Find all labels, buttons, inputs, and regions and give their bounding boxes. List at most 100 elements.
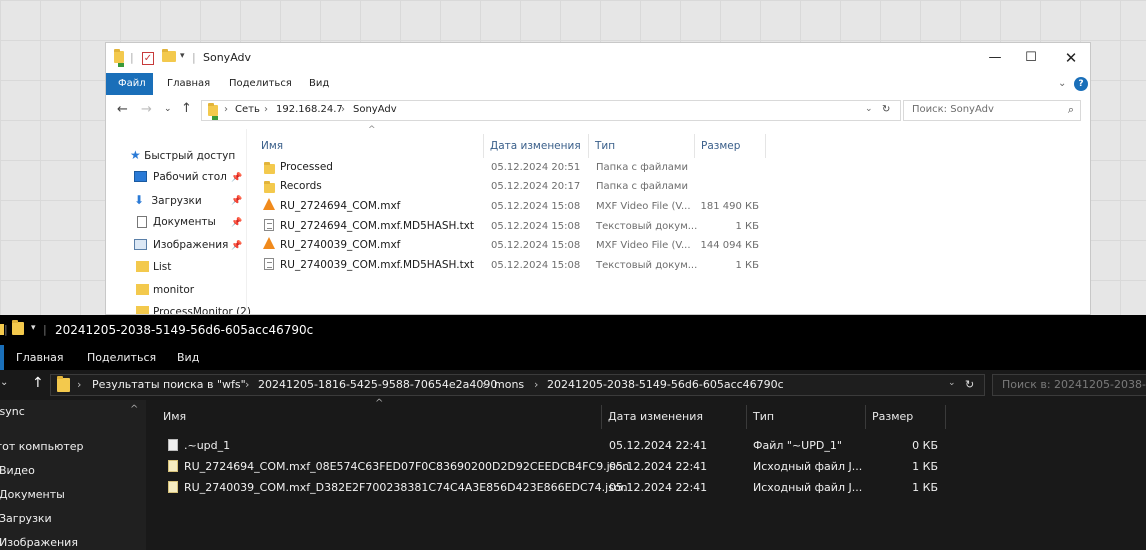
refresh-icon[interactable]: ↻ (965, 378, 974, 391)
file-row[interactable]: RU_2724694_COM.mxf_08E574C63FED07F0C8369… (146, 456, 1146, 477)
column-header-date[interactable]: Дата изменения (602, 405, 747, 429)
column-header-size[interactable]: Размер (866, 405, 946, 429)
nav-downloads[interactable]: Загрузки (0, 507, 52, 531)
window-title: 20241205-2038-5149-56d6-605acc46790c (55, 323, 314, 337)
new-folder-icon[interactable] (162, 49, 176, 65)
file-row[interactable]: RU_2724694_COM.mxf 05.12.2024 15:08 MXF … (106, 197, 1090, 216)
quick-access-dropdown-icon[interactable]: ▾ (31, 323, 36, 333)
file-date: 05.12.2024 22:41 (609, 439, 708, 452)
crumb-separator: › (341, 104, 345, 115)
column-header-name[interactable]: Имя (157, 405, 602, 429)
file-name: Processed (280, 161, 333, 173)
file-icon (168, 435, 178, 456)
quick-access-dropdown-icon[interactable]: ▾ (180, 51, 185, 65)
breadcrumb-folder[interactable]: SonyAdv (353, 104, 397, 115)
search-input[interactable]: Поиск в: 20241205-2038-51 (1002, 378, 1146, 391)
file-row[interactable]: RU_2740039_COM.mxf.MD5HASH.txt 05.12.202… (106, 256, 1090, 275)
file-row[interactable]: .~upd_1 05.12.2024 22:41 Файл "~UPD_1" 0… (146, 435, 1146, 456)
nav-documents[interactable]: Документы (0, 483, 65, 507)
nav-folder-monitor[interactable]: monitor (134, 280, 194, 300)
file-date: 05.12.2024 22:41 (609, 460, 708, 473)
up-arrow-icon[interactable]: ↑ (181, 101, 192, 116)
tab-home[interactable]: Главная (167, 73, 210, 95)
search-box[interactable]: Поиск в: 20241205-2038-51 (992, 374, 1146, 396)
folder-icon (136, 284, 149, 295)
nav-sync[interactable]: .sync (0, 400, 25, 424)
breadcrumb-host[interactable]: 192.168.24.7 (276, 104, 343, 115)
tab-view[interactable]: Вид (177, 345, 199, 370)
file-name: RU_2724694_COM.mxf.MD5HASH.txt (280, 220, 475, 232)
file-name: RU_2740039_COM.mxf (280, 239, 401, 251)
search-input[interactable]: Поиск: SonyAdv (912, 104, 994, 115)
nav-pictures[interactable]: Изображения (0, 531, 78, 550)
nav-folder-processmonitor[interactable]: ProcessMonitor (2) (134, 302, 251, 314)
file-type: MXF Video File (V... (596, 201, 691, 212)
column-header-size[interactable]: Размер (695, 134, 766, 158)
nav-label: Загрузки (0, 512, 52, 525)
file-name: RU_2724694_COM.mxf_08E574C63FED07F0C8369… (184, 460, 630, 473)
file-name: RU_2724694_COM.mxf (280, 200, 401, 212)
recent-locations-icon[interactable]: ⌄ (164, 104, 172, 114)
breadcrumb-folder-2[interactable]: mons (494, 378, 524, 391)
collapse-icon[interactable]: ^ (130, 404, 138, 415)
file-name: .~upd_1 (184, 439, 231, 452)
separator: | (4, 323, 8, 336)
vlc-icon (263, 197, 275, 216)
tab-view[interactable]: Вид (309, 73, 329, 95)
nav-videos[interactable]: Видео (0, 459, 35, 483)
tab-file[interactable]: Файл (106, 73, 153, 95)
file-row[interactable]: Processed 05.12.2024 20:51 Папка с файла… (106, 158, 1090, 177)
breadcrumb-folder-1[interactable]: 20241205-1816-5425-9588-70654e2a4090 (258, 378, 497, 391)
tab-file[interactable] (0, 345, 4, 370)
column-header-type[interactable]: Тип (747, 405, 866, 429)
address-dropdown-icon[interactable]: ⌄ (948, 378, 956, 388)
properties-icon[interactable]: ✓ (142, 51, 154, 65)
file-date: 05.12.2024 22:41 (609, 481, 708, 494)
recent-locations-icon[interactable]: ⌄ (0, 377, 8, 388)
file-type: MXF Video File (V... (596, 240, 691, 251)
file-row[interactable]: Records 05.12.2024 20:17 Папка с файлами (106, 177, 1090, 196)
close-button[interactable]: ✕ (1056, 47, 1086, 69)
tab-share[interactable]: Поделиться (87, 345, 156, 370)
breadcrumb-network[interactable]: Сеть (235, 104, 260, 115)
address-bar[interactable]: › Результаты поиска в "wfs" › 20241205-1… (50, 374, 985, 396)
breadcrumb-folder-3[interactable]: 20241205-2038-5149-56d6-605acc46790c (547, 378, 784, 391)
back-arrow-icon[interactable]: ← (117, 102, 128, 117)
explorer-window-search-results: | ▾ | 20241205-2038-5149-56d6-605acc4679… (0, 315, 1146, 550)
address-bar[interactable]: › Сеть › 192.168.24.7 › SonyAdv ⌄ ↻ (201, 100, 901, 121)
up-arrow-icon[interactable]: ↑ (32, 375, 44, 391)
nav-this-pc[interactable]: Этот компьютер (0, 435, 84, 459)
expand-ribbon-icon[interactable]: ⌄ (1058, 73, 1066, 95)
refresh-icon[interactable]: ↻ (882, 104, 890, 115)
search-icon[interactable]: ⌕ (1068, 103, 1074, 117)
forward-arrow-icon[interactable]: → (141, 102, 152, 117)
column-header-type[interactable]: Тип (589, 134, 695, 158)
folder-icon (136, 306, 149, 314)
search-box[interactable]: Поиск: SonyAdv ⌕ (903, 100, 1081, 121)
file-row[interactable]: RU_2740039_COM.mxf 05.12.2024 15:08 MXF … (106, 236, 1090, 255)
title-bar: | ✓ ▾ | SonyAdv — ☐ ✕ (106, 43, 1090, 73)
tab-share[interactable]: Поделиться (229, 73, 292, 95)
file-name: RU_2740039_COM.mxf_D382E2F700238381C74C4… (184, 481, 628, 494)
file-size: 181 490 КБ (700, 201, 760, 212)
new-folder-icon[interactable] (12, 320, 24, 338)
tab-home[interactable]: Главная (16, 345, 64, 370)
file-size: 1 КБ (735, 260, 759, 271)
address-toolbar: ⌄ ↑ › Результаты поиска в "wfs" › 202412… (0, 370, 1146, 400)
file-row[interactable]: RU_2740039_COM.mxf_D382E2F700238381C74C4… (146, 477, 1146, 498)
nav-label: Документы (0, 488, 65, 501)
ribbon-tabs: Главная Поделиться Вид (0, 345, 1146, 370)
breadcrumb-search-results[interactable]: Результаты поиска в "wfs" (92, 378, 246, 391)
maximize-button[interactable]: ☐ (1016, 47, 1046, 69)
column-header-date[interactable]: Дата изменения (484, 134, 589, 158)
column-header-name[interactable]: Имя (255, 134, 484, 158)
crumb-separator: › (245, 378, 250, 391)
minimize-button[interactable]: — (980, 47, 1010, 69)
file-row[interactable]: RU_2724694_COM.mxf.MD5HASH.txt 05.12.202… (106, 217, 1090, 236)
address-dropdown-icon[interactable]: ⌄ (865, 104, 873, 114)
file-size: 1 КБ (735, 221, 759, 232)
file-type: Папка с файлами (596, 181, 688, 192)
network-folder-icon (114, 49, 124, 67)
help-icon[interactable]: ? (1074, 77, 1088, 91)
crumb-separator: › (77, 378, 82, 391)
